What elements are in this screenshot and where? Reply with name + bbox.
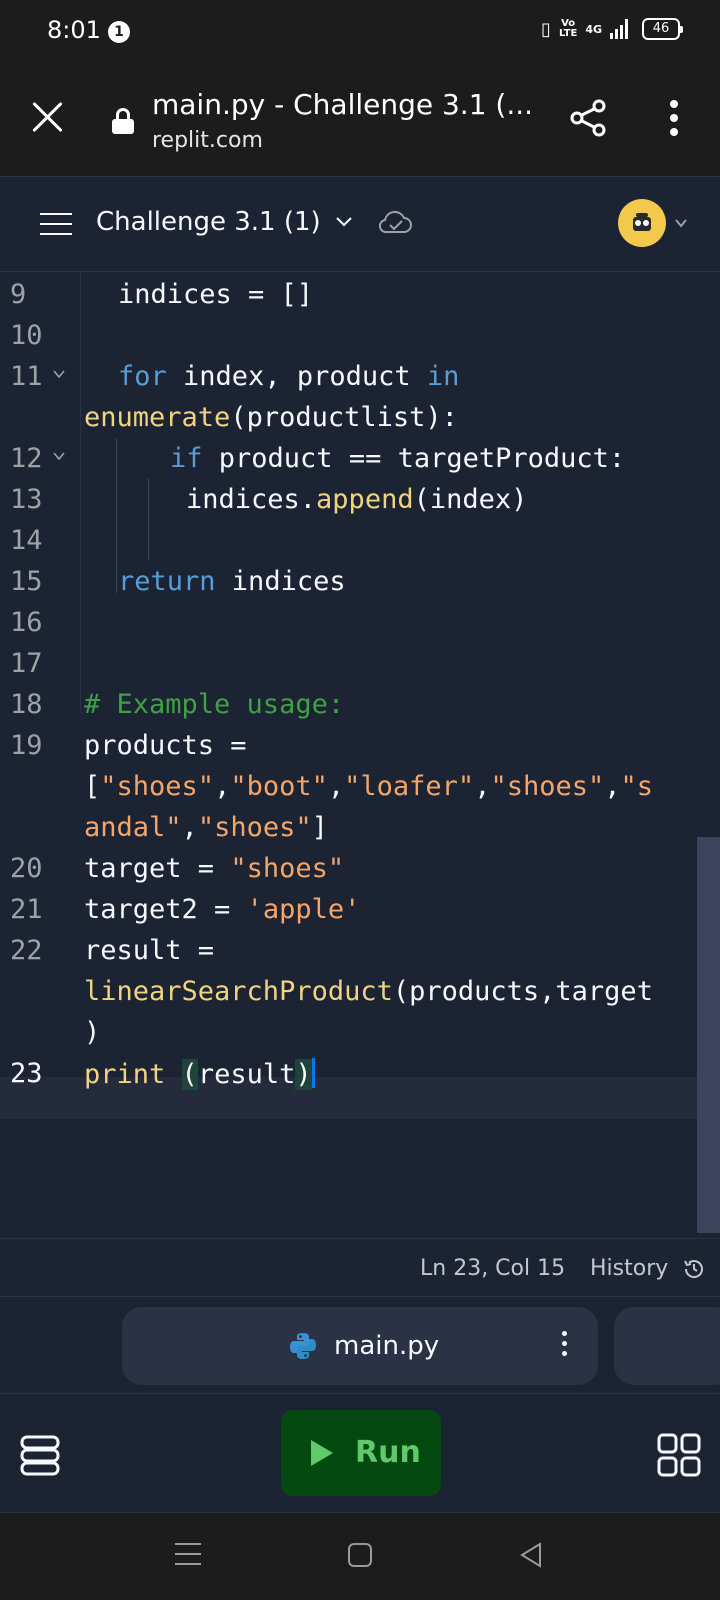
code-text: print (result) <box>84 1058 315 1090</box>
line-number: 23 <box>10 1058 43 1089</box>
file-tab-main[interactable]: main.py <box>122 1307 598 1385</box>
code-text: products = <box>84 730 247 761</box>
line-number: 17 <box>10 648 43 679</box>
play-icon <box>311 1440 333 1466</box>
avatar-image <box>633 213 651 231</box>
status-time: 8:01 <box>47 16 101 44</box>
network-type: 4G <box>585 22 602 36</box>
code-text: ) <box>84 1017 101 1048</box>
line-number: 22 <box>10 935 43 966</box>
bottom-toolbar: Run <box>0 1394 720 1512</box>
code-text: for index, product in <box>118 361 460 392</box>
code-text: enumerate(productlist): <box>84 402 458 433</box>
battery-icon: 46 <box>642 18 683 40</box>
repl-name[interactable]: Challenge 3.1 (1) <box>96 207 321 237</box>
editor-status-bar: Ln 23, Col 15 History <box>0 1238 720 1296</box>
signal-icon <box>610 19 628 39</box>
run-button-label: Run <box>355 1435 421 1470</box>
database-icon[interactable] <box>18 1434 62 1476</box>
line-number: 14 <box>10 525 43 556</box>
share-icon[interactable] <box>568 98 608 138</box>
status-indicators: ▯ Vo LTE 4G 46 <box>541 18 683 40</box>
history-icon[interactable] <box>682 1257 706 1281</box>
line-number: 12 <box>10 443 43 474</box>
indent-guide <box>116 438 117 593</box>
page-url[interactable]: replit.com <box>152 128 263 153</box>
system-status-bar: 8:01 1 ▯ Vo LTE 4G 46 <box>0 0 720 64</box>
text-cursor <box>311 1058 315 1088</box>
page-title[interactable]: main.py - Challenge 3.1 (... <box>152 88 533 121</box>
battery-level: 46 <box>652 21 670 36</box>
editor-scrollbar[interactable] <box>697 837 720 1233</box>
code-text: indices.append(index) <box>186 484 528 515</box>
line-number: 13 <box>10 484 43 515</box>
line-number: 19 <box>10 730 43 761</box>
code-text: linearSearchProduct(products,target <box>84 976 653 1007</box>
code-text: return indices <box>118 566 346 597</box>
notification-badge: 1 <box>108 21 130 43</box>
recents-icon[interactable] <box>175 1543 201 1567</box>
replit-header: Challenge 3.1 (1) <box>0 176 720 272</box>
file-tab-next[interactable] <box>614 1307 720 1385</box>
code-comment: # Example usage: <box>84 689 345 720</box>
system-nav-bar <box>0 1512 720 1600</box>
home-icon[interactable] <box>348 1543 372 1567</box>
cursor-position: Ln 23, Col 15 <box>420 1256 566 1281</box>
more-vert-icon[interactable] <box>560 1331 568 1361</box>
line-number: 18 <box>10 689 43 720</box>
close-icon[interactable] <box>30 99 66 135</box>
line-number: 11 <box>10 361 43 392</box>
code-editor[interactable]: 9 indices = [] 10 11 for index, product … <box>0 273 720 1238</box>
line-number: 21 <box>10 894 43 925</box>
browser-toolbar: main.py - Challenge 3.1 (... replit.com <box>0 64 720 176</box>
code-text: ["shoes","boot","loafer","shoes","s <box>84 771 654 802</box>
code-text: indices = [] <box>118 279 314 310</box>
python-icon <box>290 1333 316 1359</box>
cloud-check-icon[interactable] <box>378 210 412 236</box>
line-number: 9 <box>10 279 27 310</box>
code-text: target2 = 'apple' <box>84 894 361 925</box>
line-number: 16 <box>10 607 43 638</box>
code-text: if product == targetProduct: <box>170 443 626 474</box>
indent-guide <box>148 478 149 560</box>
file-tab-label: main.py <box>334 1331 440 1361</box>
gutter-divider <box>80 273 81 713</box>
file-tabs-bar: main.py <box>0 1296 720 1394</box>
avatar[interactable] <box>618 199 666 247</box>
back-icon[interactable] <box>518 1541 546 1569</box>
code-text: target = "shoes" <box>84 853 345 884</box>
fold-chevron-icon[interactable] <box>52 367 66 381</box>
line-number: 10 <box>10 320 43 351</box>
vibrate-icon: ▯ <box>541 18 551 40</box>
line-number: 15 <box>10 566 43 597</box>
code-text: andal","shoes"] <box>84 812 328 843</box>
code-text: result = <box>84 935 215 966</box>
volte-label: Vo LTE <box>558 18 578 39</box>
chevron-down-icon[interactable] <box>335 213 353 231</box>
lock-icon[interactable] <box>112 108 134 134</box>
grid-icon[interactable] <box>656 1432 702 1478</box>
more-vert-icon[interactable] <box>664 100 684 140</box>
line-number: 20 <box>10 853 43 884</box>
history-button[interactable]: History <box>590 1256 668 1281</box>
fold-chevron-icon[interactable] <box>52 449 66 463</box>
run-button[interactable]: Run <box>281 1410 441 1496</box>
hamburger-icon[interactable] <box>40 213 72 237</box>
avatar-chevron-icon[interactable] <box>674 216 688 230</box>
